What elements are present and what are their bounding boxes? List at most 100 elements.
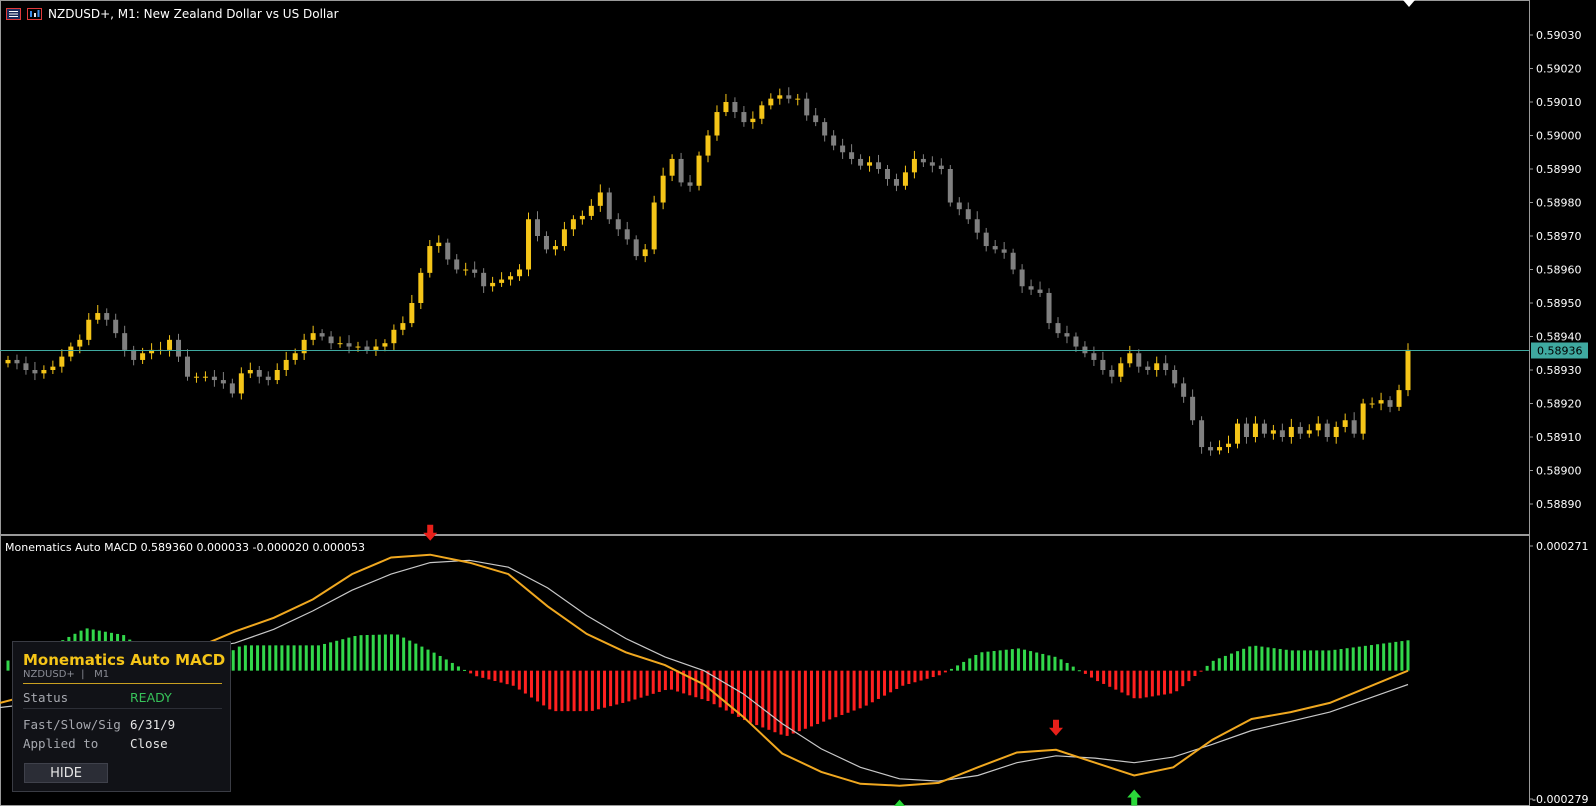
histogram-bar [676,670,680,692]
chart-bars-icon[interactable] [27,8,42,20]
histogram-bar [1223,655,1227,671]
histogram-bar [1345,648,1349,671]
candle-body [355,346,361,348]
candle-body [669,158,675,176]
histogram-bar [1351,647,1355,671]
histogram-bar [1126,670,1130,696]
candle-body [328,336,334,344]
candle-body [642,249,648,257]
candle-body [463,269,469,271]
histogram-bar [870,670,874,703]
candle-body [23,363,29,370]
histogram-bar [986,651,990,671]
candle-body [1181,383,1187,397]
params-value: 6/31/9 [130,717,176,732]
histogram-bar [1211,660,1215,671]
chart-list-icon[interactable] [6,8,21,20]
histogram-bar [1357,646,1361,671]
histogram-bar [901,670,905,686]
histogram-bar [840,670,844,715]
candle-body [427,246,433,273]
candle-body [1190,396,1196,421]
histogram-bar [1376,644,1380,671]
candle-body [1136,353,1142,367]
candle-body [849,152,855,159]
histogram-bar [456,666,460,671]
histogram-bar [1339,649,1343,671]
histogram-bar [779,670,783,735]
histogram-bar [310,645,314,671]
candle-body [804,98,810,116]
histogram-bar [329,642,333,671]
histogram-bar [1169,670,1173,694]
histogram-bar [566,670,570,712]
chart-shift-marker[interactable] [1403,0,1415,7]
histogram-bar [603,670,607,708]
candle-body [893,179,899,186]
candle-body [202,376,208,378]
histogram-bar [791,670,795,734]
histogram-bar [1059,659,1063,671]
histogram-bar [444,659,448,671]
histogram-bar [1266,647,1270,671]
histogram-bar [523,670,527,694]
histogram-bar [767,670,771,730]
histogram-bar [596,670,600,710]
candle-body [346,343,352,347]
candle-body [59,356,65,367]
histogram-bar [1065,662,1069,671]
macd-info-panel[interactable]: Monematics Auto MACD NZDUSD+ | M1 Status… [12,641,231,792]
candle-body [1226,443,1232,448]
histogram-bar [1382,643,1386,671]
histogram-bar [633,670,637,700]
histogram-bar [761,670,765,728]
histogram-bar [1163,670,1167,695]
price-axis-label: 0.59020 [1536,63,1582,76]
histogram-bar [1290,650,1294,671]
candle-body [867,162,873,166]
candle-body [678,158,684,183]
candle-body [14,359,20,364]
histogram-bar [998,650,1002,671]
histogram-bar [651,670,655,694]
histogram-bar [493,670,497,681]
candle-body [1208,447,1214,451]
histogram-bar [249,645,253,671]
histogram-bar [469,670,473,674]
candle-body [938,165,944,169]
sell-arrow-icon [423,524,438,541]
histogram-bar [231,650,235,671]
histogram-bar [584,670,588,712]
candle-body [579,215,585,220]
histogram-bar [335,640,339,671]
candle-body [68,346,74,357]
histogram-bar [876,670,880,699]
histogram-bar [1236,651,1240,671]
histogram-bar [956,665,960,671]
histogram-bar [1102,670,1106,684]
candle-body [813,115,819,123]
candle-body [508,276,514,280]
hide-button[interactable]: HIDE [24,763,108,783]
chart-canvas[interactable]: 0.59030 0.59020 0.59010 0.59000 0.58990 0.589… [0,0,1596,806]
candle-body [1315,423,1321,431]
histogram-bar [1047,655,1051,671]
candle-body [588,205,594,216]
candle-body [992,246,998,250]
candle-body [615,219,621,230]
candle-body [1082,346,1088,354]
histogram-bar [816,670,820,725]
candle-body [1001,249,1007,253]
candle-body [436,242,442,247]
candle-body [50,366,56,370]
histogram-bar [1016,648,1020,671]
candle-body [750,118,756,123]
candle-body [1342,420,1348,427]
histogram-bar [858,670,862,709]
candle-body [1333,426,1339,437]
indicator-axis: 0.000271 -0.000279 [1529,540,1589,806]
histogram-bar [542,670,546,706]
histogram-bar [773,670,777,733]
histogram-bar [949,668,953,671]
candle-body [552,246,558,250]
